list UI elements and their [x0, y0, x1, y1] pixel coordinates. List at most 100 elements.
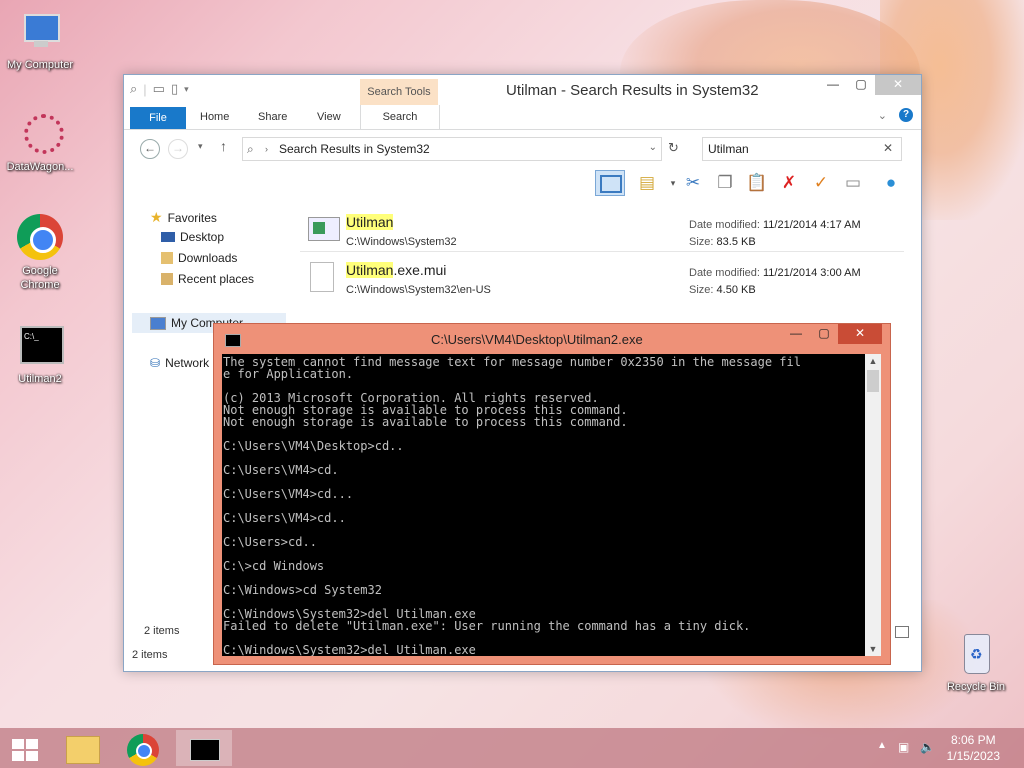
close-button[interactable]: ✕: [838, 324, 882, 344]
desktop-icon-datawagon[interactable]: DataWagon...: [0, 110, 80, 174]
chevron-down-icon[interactable]: ⌄: [878, 109, 887, 122]
tab-home[interactable]: Home: [200, 111, 229, 123]
nav-recent-places[interactable]: Recent places: [161, 272, 254, 286]
file-name-rest: .exe.mui: [393, 262, 447, 278]
volume-icon[interactable]: 🔈: [920, 740, 935, 754]
console-app-icon: C:\_: [16, 322, 64, 370]
desktop-icon-my-computer[interactable]: My Computer: [0, 8, 80, 72]
desktop-icon-recycle-bin[interactable]: ♻ Recycle Bin: [936, 630, 1016, 694]
list-item[interactable]: Utilman C:\Windows\System32 Date modifie…: [300, 205, 900, 251]
quick-access-toolbar: ⌕ | ▭ ▯ ▾: [130, 81, 189, 97]
window-title: Utilman - Search Results in System32: [506, 82, 759, 99]
taskbar-console[interactable]: [176, 730, 232, 766]
file-name-match: Utilman: [346, 262, 394, 278]
console-app-icon: [190, 739, 220, 761]
file-name: Utilman: [346, 214, 394, 230]
minimize-button[interactable]: —: [782, 324, 810, 344]
console-app-icon: [225, 334, 241, 347]
chrome-icon: [16, 214, 64, 262]
start-button[interactable]: [0, 730, 56, 766]
taskbar-chrome[interactable]: [116, 730, 172, 766]
console-titlebar[interactable]: C:\Users\VM4\Desktop\Utilman2.exe — ▢ ✕: [214, 324, 890, 352]
ribbon-tabs: File Home Share View Search ⌄ ?: [124, 105, 921, 130]
close-button[interactable]: ✕: [875, 75, 921, 95]
tab-share[interactable]: Share: [258, 111, 287, 123]
tab-file[interactable]: File: [130, 107, 186, 129]
paste-icon[interactable]: 📋: [746, 172, 768, 194]
help-icon[interactable]: ?: [899, 108, 913, 122]
clear-search-icon[interactable]: ✕: [883, 141, 893, 155]
tab-view[interactable]: View: [317, 111, 341, 123]
scroll-thumb[interactable]: [867, 370, 879, 392]
scrollbar[interactable]: ▲ ▼: [865, 354, 881, 656]
desktop-icon-label: DataWagon...: [6, 161, 74, 173]
rename-icon[interactable]: ▭: [842, 172, 864, 194]
chevron-down-icon[interactable]: ⌄: [649, 142, 657, 153]
chevron-down-icon[interactable]: ▾: [184, 84, 189, 95]
windows-logo-icon: [12, 739, 38, 761]
back-button[interactable]: ←: [140, 139, 160, 159]
file-size: Size: 4.50 KB: [689, 284, 756, 296]
desktop-icon-label: Google Chrome: [20, 265, 60, 291]
search-icon[interactable]: ⌕: [130, 81, 137, 97]
chevron-up-icon[interactable]: ▲: [877, 740, 887, 751]
address-text: Search Results in System32: [279, 142, 430, 156]
nav-network[interactable]: ⛁ Network: [150, 356, 209, 370]
star-icon: ★: [150, 209, 163, 225]
properties-icon[interactable]: ▤: [636, 172, 658, 194]
forward-button[interactable]: →: [168, 139, 188, 159]
delete-icon[interactable]: ✗: [778, 172, 800, 194]
date-modified: Date modified: 11/21/2014 4:17 AM: [689, 219, 861, 231]
desktop-icon-google-chrome[interactable]: Google Chrome: [0, 214, 80, 292]
maximize-button[interactable]: ▢: [847, 75, 875, 95]
chevron-down-icon[interactable]: ▾: [662, 172, 684, 194]
nav-desktop[interactable]: Desktop: [161, 230, 224, 244]
recent-locations-icon[interactable]: ▾: [198, 141, 203, 152]
file-path: C:\Windows\System32: [346, 236, 457, 248]
scroll-up-icon[interactable]: ▲: [865, 356, 881, 366]
network-icon: ⛁: [150, 356, 161, 370]
clock-time: 8:06 PM: [950, 733, 996, 747]
globe-icon[interactable]: ●: [880, 172, 902, 194]
maximize-button[interactable]: ▢: [810, 324, 838, 344]
file-icon: [310, 262, 334, 292]
address-row: ← → ▾ ↑ ⌕ › Search Results in System32 ⌄…: [124, 130, 921, 166]
minimize-button[interactable]: —: [819, 75, 847, 95]
taskbar: ▲ ▣ 🔈 8:06 PM 1/15/2023: [0, 728, 1024, 768]
nav-favorites[interactable]: ★ Favorites: [150, 209, 217, 226]
explorer-titlebar[interactable]: ⌕ | ▭ ▯ ▾ Search Tools Utilman - Search …: [124, 75, 921, 105]
nav-label: Favorites: [167, 210, 217, 225]
recycle-bin-icon: ♻: [952, 630, 1000, 678]
window-title: C:\Users\VM4\Desktop\Utilman2.exe: [431, 332, 643, 347]
network-icon[interactable]: ▣: [898, 740, 909, 754]
computer-icon: [16, 8, 64, 56]
check-icon[interactable]: ✓: [810, 172, 832, 194]
cut-icon[interactable]: ✂: [682, 172, 704, 194]
console-output[interactable]: The system cannot find message text for …: [222, 354, 865, 656]
up-arrow-icon[interactable]: ↑: [220, 138, 227, 154]
desktop-icon-utilman2[interactable]: C:\_ Utilman2: [0, 322, 80, 386]
status-bar: 2 items: [132, 649, 168, 661]
nav-label: Network: [165, 356, 210, 370]
taskbar-file-explorer[interactable]: [56, 730, 112, 766]
preview-pane-icon[interactable]: [595, 170, 625, 196]
console-window: C:\Users\VM4\Desktop\Utilman2.exe — ▢ ✕ …: [213, 323, 891, 665]
datawagon-icon: [16, 110, 64, 158]
address-bar[interactable]: ⌕ › Search Results in System32 ⌄: [242, 137, 662, 161]
search-input[interactable]: Utilman ✕: [702, 137, 902, 161]
new-folder-icon[interactable]: ▯: [171, 81, 178, 97]
desktop-icon-label: My Computer: [6, 59, 74, 71]
copy-icon[interactable]: ❐: [714, 172, 736, 194]
tab-search[interactable]: Search: [360, 105, 440, 129]
recent-places-icon: [161, 273, 173, 285]
scroll-down-icon[interactable]: ▼: [865, 644, 881, 654]
search-icon: ⌕: [247, 142, 254, 156]
refresh-icon[interactable]: ↻: [668, 140, 679, 156]
nav-downloads[interactable]: Downloads: [161, 251, 237, 265]
list-item[interactable]: Utilman.exe.mui C:\Windows\System32\en-U…: [300, 253, 900, 299]
clock[interactable]: 8:06 PM 1/15/2023: [947, 732, 1000, 764]
application-icon: [308, 217, 340, 241]
details-view-icon[interactable]: [895, 626, 909, 638]
search-input-value: Utilman: [708, 142, 749, 156]
properties-icon[interactable]: ▭: [153, 81, 165, 97]
